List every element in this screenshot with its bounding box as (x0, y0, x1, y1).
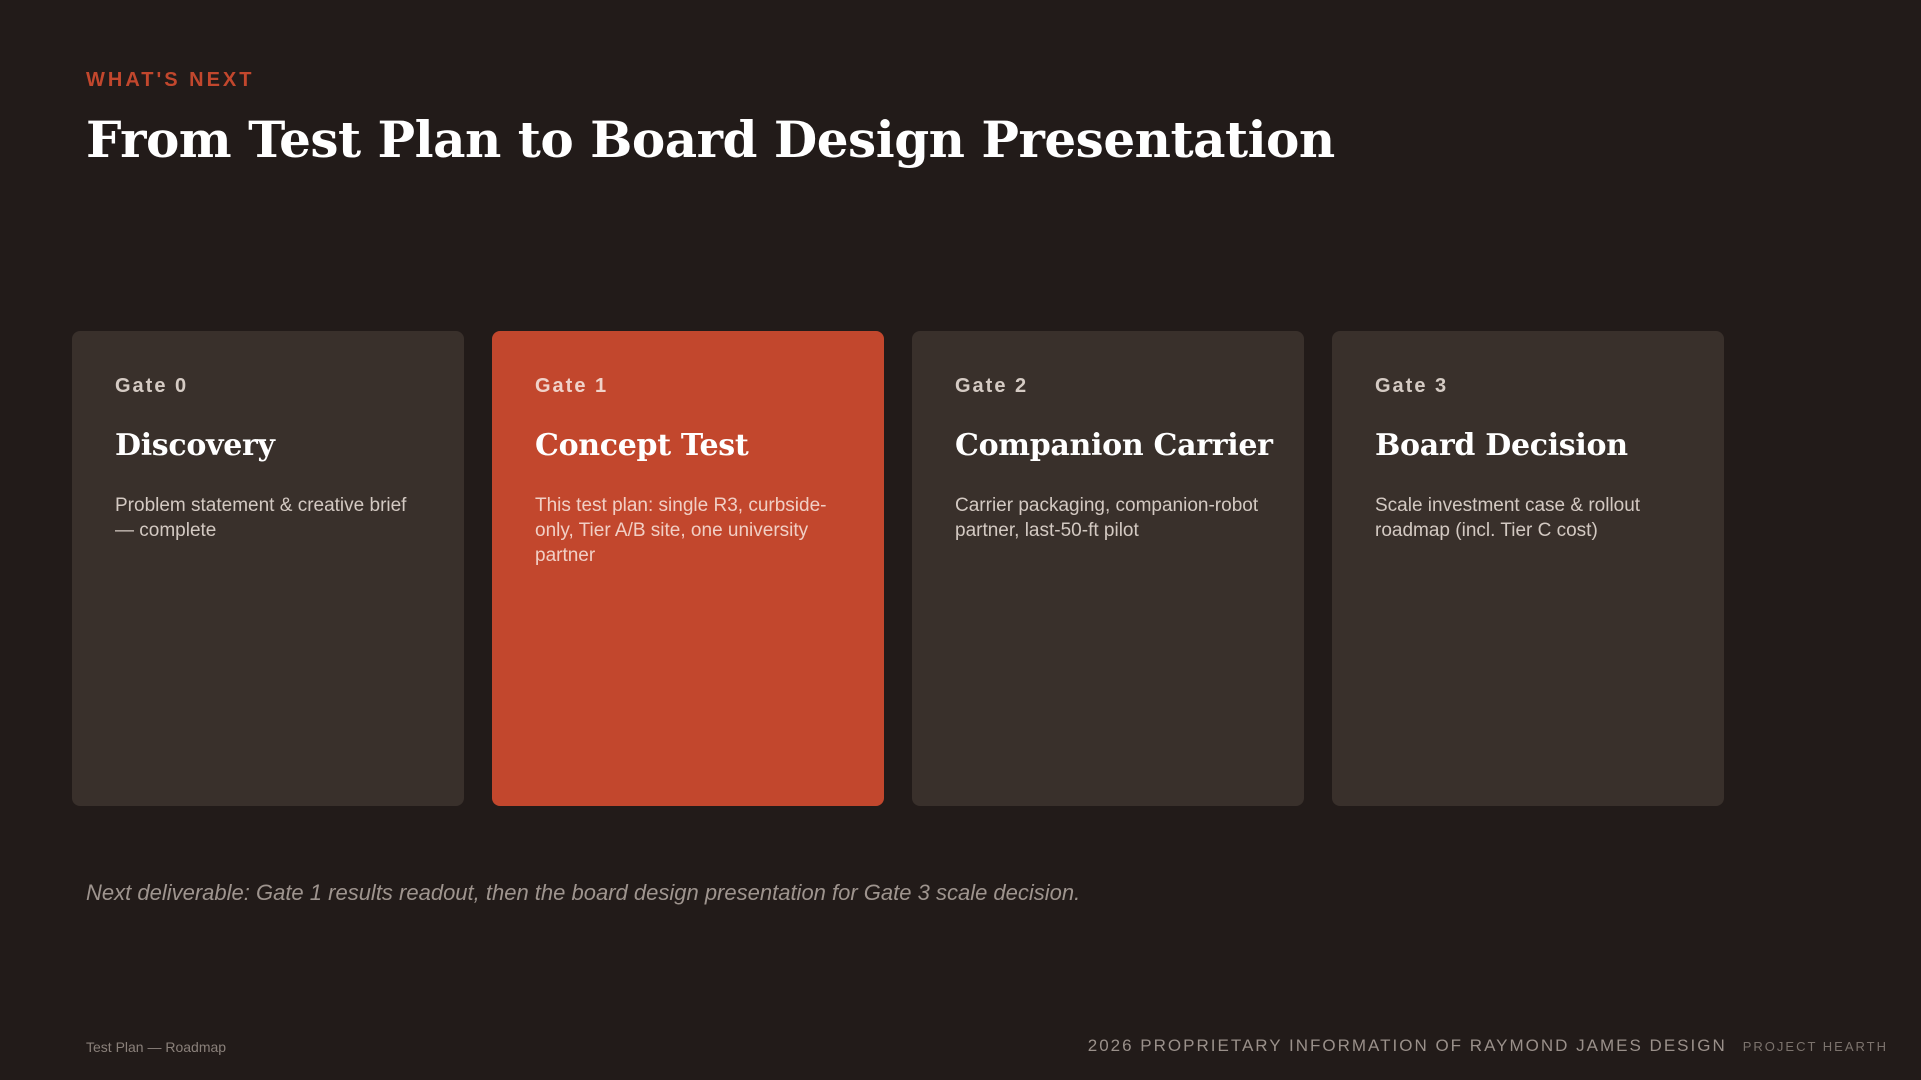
gate-label: Gate 1 (535, 375, 609, 397)
gate-cards: Gate 0 Discovery Problem statement & cre… (72, 331, 1726, 806)
next-deliverable-note: Next deliverable: Gate 1 results readout… (86, 880, 1081, 905)
gate-label: Gate 2 (955, 375, 1029, 397)
footer-right: 2026 PROPRIETARY INFORMATION OF RAYMOND … (1088, 1036, 1888, 1056)
gate-title: Board Decision (1375, 428, 1628, 463)
gate-card-board-decision: Gate 3 Board Decision Scale investment c… (1332, 331, 1724, 806)
footer-project-name: PROJECT HEARTH (1742, 1039, 1888, 1054)
gate-description: This test plan: single R3, curbside-only… (535, 495, 827, 566)
footer-section-label: Test Plan — Roadmap (86, 1039, 227, 1055)
gate-description: Scale investment case & rollout roadmap … (1375, 495, 1641, 541)
gate-description: Carrier packaging, companion-robot partn… (955, 495, 1259, 541)
gate-title: Discovery (115, 428, 275, 463)
gate-card-discovery: Gate 0 Discovery Problem statement & cre… (72, 331, 464, 806)
gate-title: Companion Carrier (955, 428, 1273, 463)
footer-proprietary-notice: 2026 PROPRIETARY INFORMATION OF RAYMOND … (1087, 1036, 1727, 1055)
gate-title: Concept Test (535, 428, 749, 463)
gate-card-concept-test: Gate 1 Concept Test This test plan: sing… (492, 331, 884, 806)
gate-label: Gate 3 (1375, 375, 1449, 397)
gate-description: Problem statement & creative brief — com… (115, 495, 407, 541)
section-eyebrow: WHAT'S NEXT (86, 69, 255, 91)
slide: WHAT'S NEXT From Test Plan to Board Desi… (0, 0, 1921, 1080)
gate-card-companion-carrier: Gate 2 Companion Carrier Carrier packagi… (912, 331, 1304, 806)
gate-label: Gate 0 (115, 375, 189, 397)
page-title: From Test Plan to Board Design Presentat… (86, 110, 1335, 169)
